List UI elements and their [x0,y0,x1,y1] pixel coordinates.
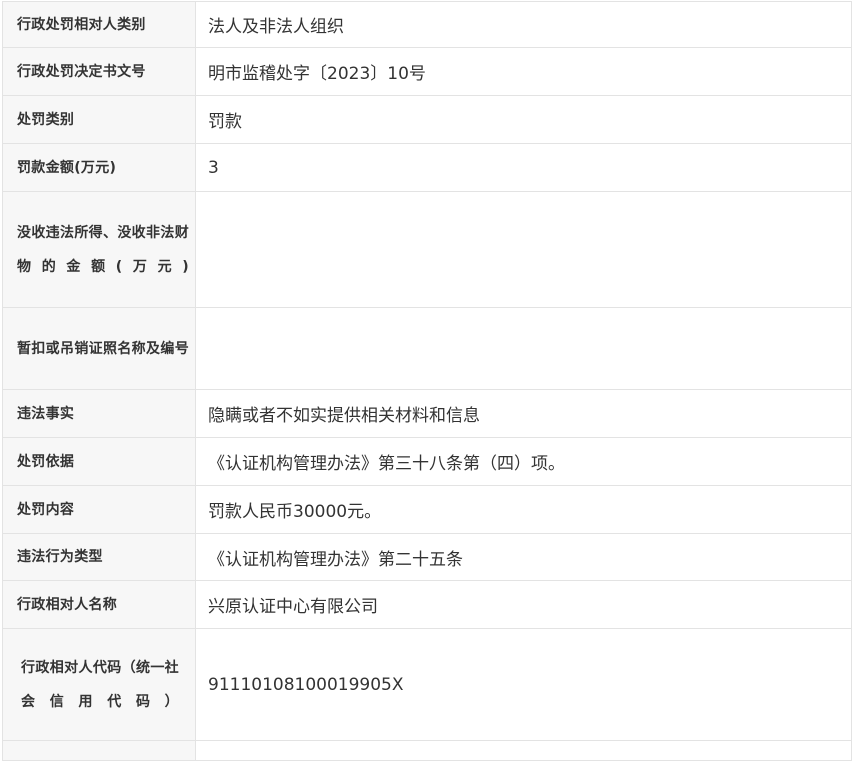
row-label: 没收违法所得、没收非法财物的金额(万元) [2,191,196,308]
row-label: 行政处罚决定书文号 [2,47,196,96]
row-label: 行政相对人名称 [2,580,196,629]
row-label: 行政处罚相对人类别 [2,1,196,48]
table-row: 没收违法所得、没收非法财物的金额(万元) [2,191,852,308]
row-value: 兴原认证中心有限公司 [195,580,852,629]
row-label: 处罚依据 [2,437,196,486]
table-row: 罚款金额(万元) 3 [2,143,852,192]
row-value: 隐瞒或者不如实提供相关材料和信息 [195,389,852,438]
table-row: 行政相对人名称 兴原认证中心有限公司 [2,580,852,629]
row-label: 违法行为类型 [2,533,196,581]
row-value: 91110108100019905X [195,628,852,741]
table-row-partial [2,740,852,761]
row-value: 《认证机构管理办法》第二十五条 [195,533,852,581]
row-label: 处罚内容 [2,485,196,534]
row-label-empty [2,740,196,761]
row-label: 罚款金额(万元) [2,143,196,192]
table-row: 行政处罚决定书文号 明市监稽处字〔2023〕10号 [2,47,852,96]
table-row: 行政处罚相对人类别 法人及非法人组织 [2,1,852,48]
row-value: 法人及非法人组织 [195,1,852,48]
row-label: 行政相对人代码（统一社会信用代码） [2,628,196,741]
row-value: 3 [195,143,852,192]
row-label: 违法事实 [2,389,196,438]
penalty-info-table: 行政处罚相对人类别 法人及非法人组织 行政处罚决定书文号 明市监稽处字〔2023… [2,1,852,761]
row-value [195,307,852,390]
table-row: 暂扣或吊销证照名称及编号 [2,307,852,390]
row-label: 处罚类别 [2,95,196,144]
table-row: 处罚依据 《认证机构管理办法》第三十八条第（四）项。 [2,437,852,486]
table-row: 行政相对人代码（统一社会信用代码） 91110108100019905X [2,628,852,741]
row-label: 暂扣或吊销证照名称及编号 [2,307,196,390]
table-row: 违法行为类型 《认证机构管理办法》第二十五条 [2,533,852,581]
row-value: 罚款人民币30000元。 [195,485,852,534]
row-value: 罚款 [195,95,852,144]
table-row: 处罚内容 罚款人民币30000元。 [2,485,852,534]
table-row: 违法事实 隐瞒或者不如实提供相关材料和信息 [2,389,852,438]
row-value: 明市监稽处字〔2023〕10号 [195,47,852,96]
row-value: 《认证机构管理办法》第三十八条第（四）项。 [195,437,852,486]
table-row: 处罚类别 罚款 [2,95,852,144]
row-value-empty [195,740,852,761]
row-value [195,191,852,308]
